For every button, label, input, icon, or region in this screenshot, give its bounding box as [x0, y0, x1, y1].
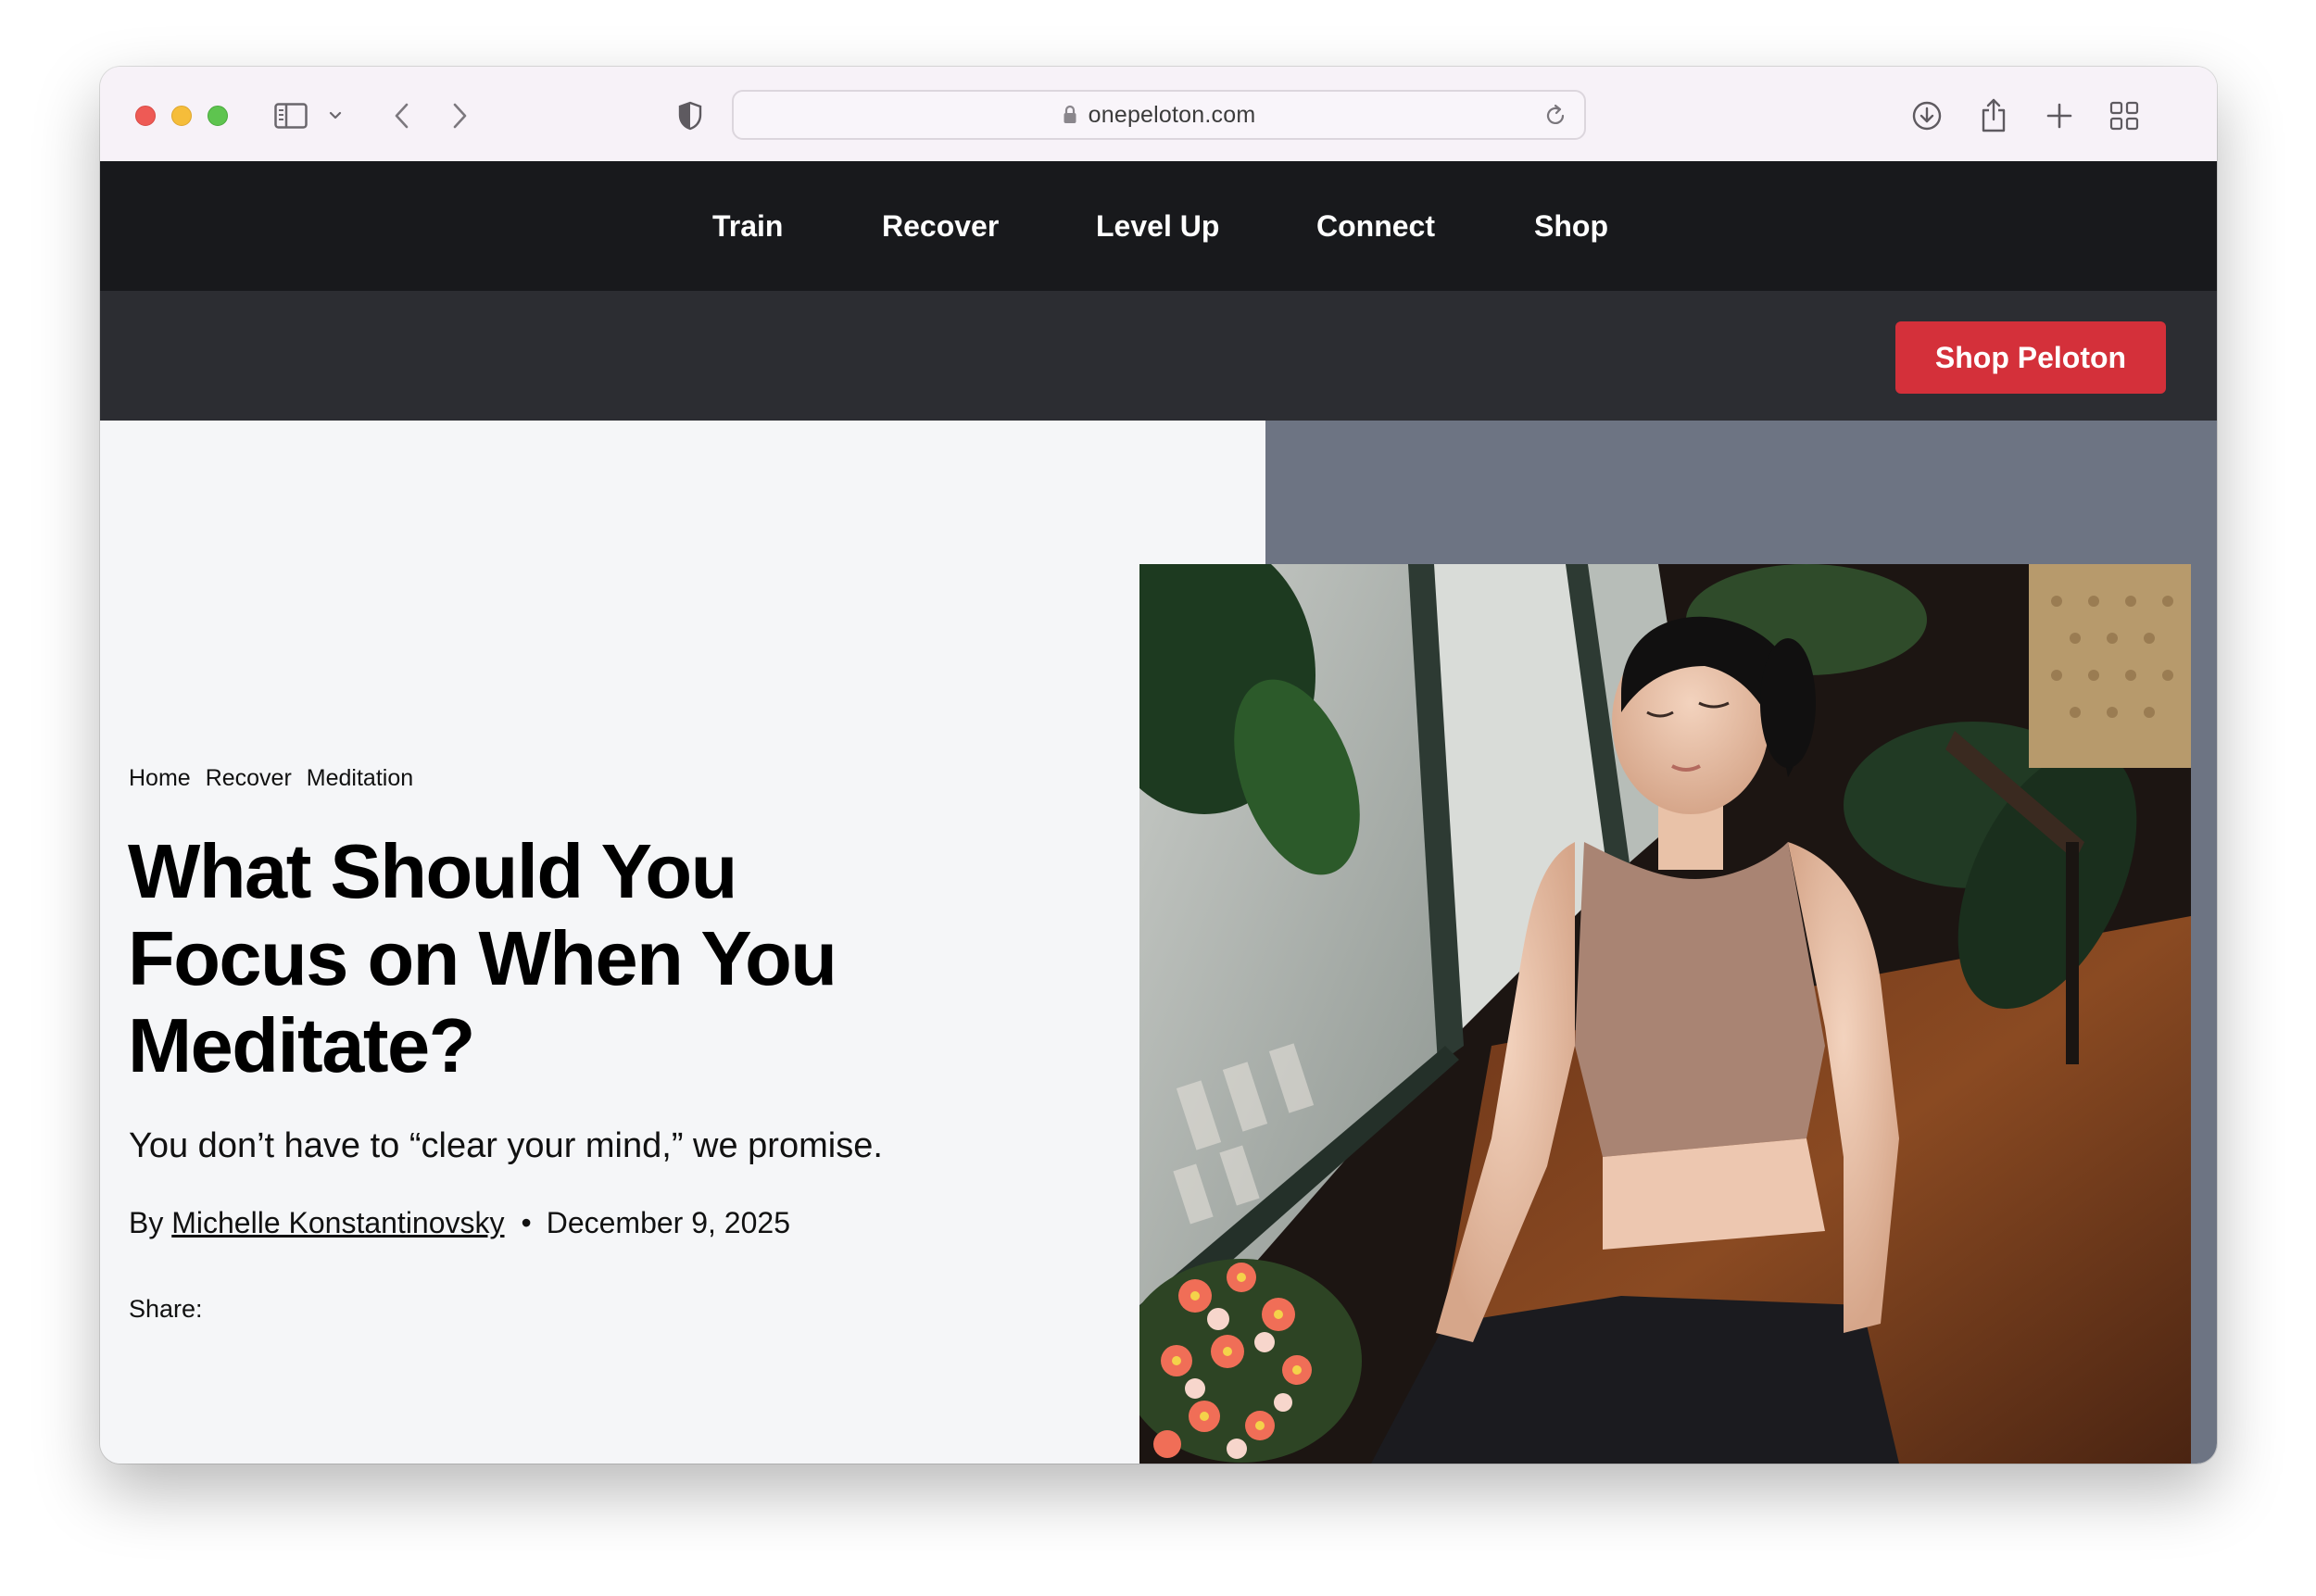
publish-date: December 9, 2025	[546, 1206, 790, 1239]
minimize-window-button[interactable]	[171, 106, 192, 126]
privacy-shield-icon[interactable]	[674, 94, 706, 137]
new-tab-plus-icon[interactable]	[2044, 94, 2075, 137]
sidebar-toggle-icon[interactable]	[272, 94, 309, 137]
breadcrumb-home[interactable]: Home	[129, 765, 191, 792]
nav-item-level-up[interactable]: Level Up	[1096, 161, 1219, 291]
author-link[interactable]: Michelle Konstantinovsky	[171, 1206, 504, 1240]
nav-item-connect[interactable]: Connect	[1316, 161, 1435, 291]
article-title: What Should You Focus on When You Medita…	[128, 828, 837, 1088]
breadcrumb-recover[interactable]: Recover	[206, 765, 292, 792]
download-icon[interactable]	[1910, 94, 1944, 137]
shop-peloton-button[interactable]: Shop Peloton	[1895, 321, 2166, 394]
chevron-down-icon[interactable]	[326, 94, 345, 137]
site-nav: Train Recover Level Up Connect Shop	[100, 161, 2217, 291]
tab-overview-icon[interactable]	[2108, 94, 2140, 137]
nav-item-recover[interactable]: Recover	[882, 161, 999, 291]
browser-window: onepeloton.com Train Recover Level Up Co…	[100, 67, 2217, 1464]
zoom-window-button[interactable]	[208, 106, 228, 126]
nav-item-shop[interactable]: Shop	[1534, 161, 1608, 291]
lock-icon	[1064, 105, 1076, 123]
byline-separator: •	[521, 1206, 532, 1239]
forward-arrow-icon[interactable]	[448, 94, 472, 137]
byline-prefix: By	[129, 1206, 172, 1239]
article-subtitle: You don’t have to “clear your mind,” we …	[129, 1126, 883, 1165]
hero-photo-woman-meditating	[1139, 564, 2191, 1464]
url-text: onepeloton.com	[1088, 101, 1256, 128]
back-arrow-icon[interactable]	[389, 94, 413, 137]
share-label: Share:	[129, 1295, 203, 1323]
close-window-button[interactable]	[135, 106, 156, 126]
breadcrumb: Home Recover Meditation	[129, 765, 413, 792]
byline: By Michelle Konstantinovsky • December 9…	[129, 1206, 790, 1240]
address-bar[interactable]: onepeloton.com	[732, 90, 1586, 140]
breadcrumb-meditation[interactable]: Meditation	[307, 765, 413, 792]
browser-toolbar: onepeloton.com	[100, 67, 2217, 162]
reload-icon[interactable]	[1545, 104, 1567, 132]
share-icon[interactable]	[1977, 94, 2010, 137]
secondary-bar: Shop Peloton	[100, 291, 2217, 421]
article-hero: Home Recover Meditation What Should You …	[100, 421, 2217, 1464]
nav-item-train[interactable]: Train	[712, 161, 783, 291]
